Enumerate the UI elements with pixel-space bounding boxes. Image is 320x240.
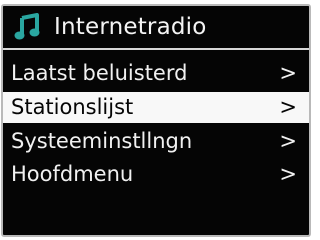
music-note-icon [14,13,40,40]
menu-item-laatst-beluisterd[interactable]: Laatst beluisterd > [3,58,309,89]
menu-item-stationslijst[interactable]: Stationslijst > [3,92,309,123]
radio-display: Internetradio Laatst beluisterd > Statio… [1,4,311,237]
header-bar: Internetradio [3,6,309,50]
menu-item-systeeminstellingen[interactable]: Systeeminstllngn > [3,126,309,157]
menu-item-label: Systeeminstllngn [11,129,193,153]
chevron-right-icon: > [279,129,297,153]
chevron-right-icon: > [279,162,297,186]
chevron-right-icon: > [279,95,297,119]
chevron-right-icon: > [279,61,297,85]
page-title: Internetradio [54,14,207,40]
menu-item-label: Stationslijst [11,95,134,119]
menu-item-label: Hoofdmenu [11,162,134,186]
radio-display-bezel: Internetradio Laatst beluisterd > Statio… [0,0,315,240]
menu-item-label: Laatst beluisterd [11,61,188,85]
menu-item-hoofdmenu[interactable]: Hoofdmenu > [3,159,309,190]
